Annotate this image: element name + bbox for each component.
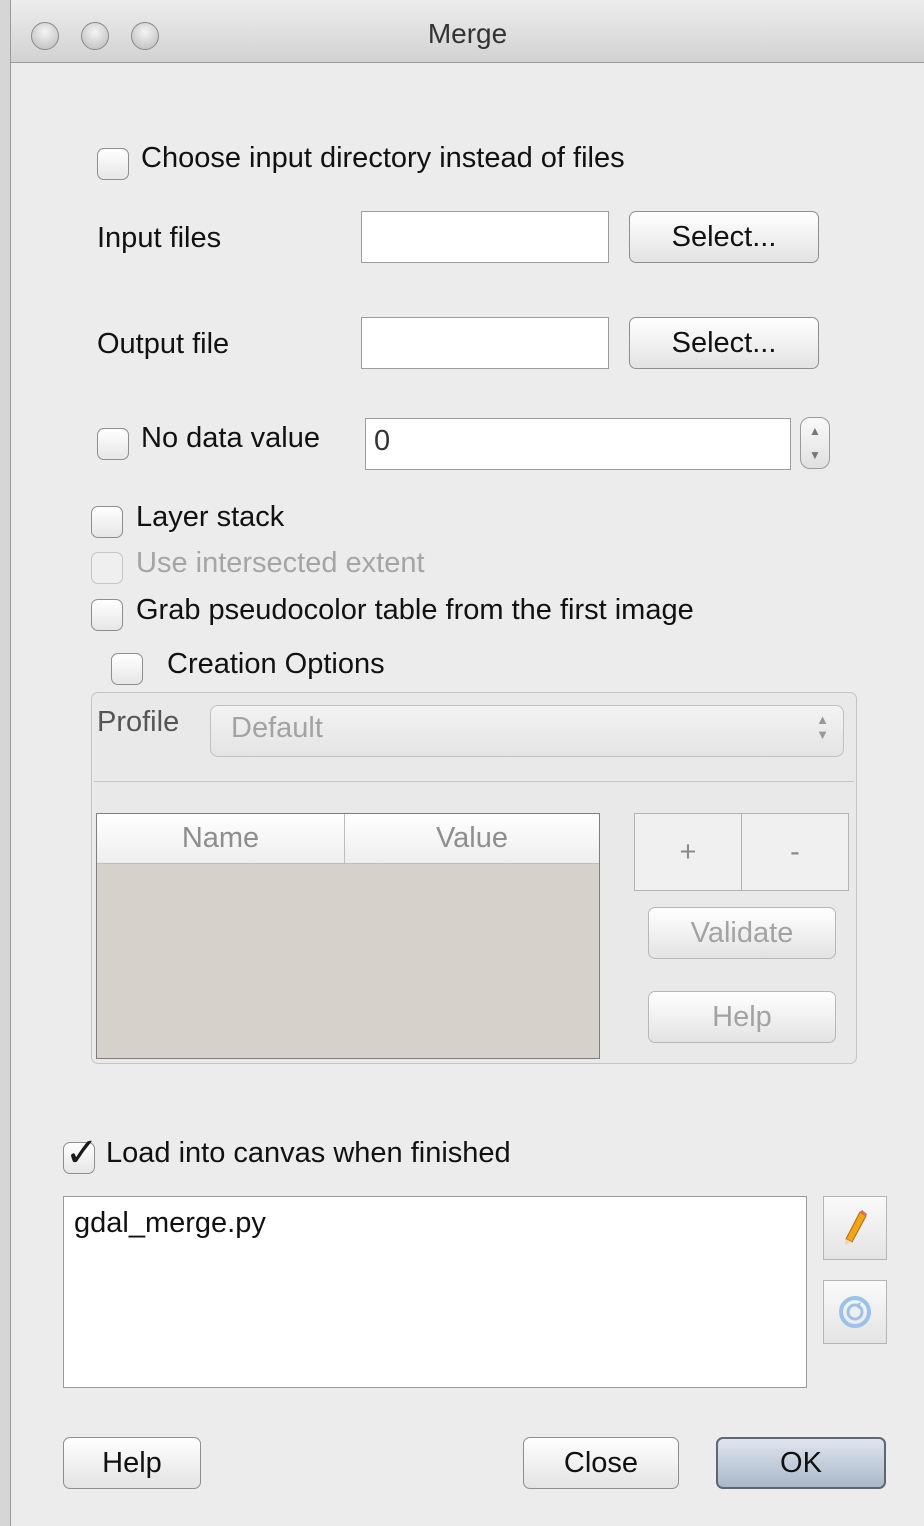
output-file-field[interactable] xyxy=(361,317,609,369)
refresh-icon xyxy=(839,1296,871,1328)
no-data-value-field[interactable]: 0 xyxy=(365,418,791,470)
layer-stack-checkbox[interactable] xyxy=(91,506,123,538)
reset-command-button[interactable] xyxy=(823,1280,887,1344)
help-button[interactable]: Help xyxy=(63,1437,201,1489)
creation-options-group: Profile Default ▲ ▼ Name Value + - Valida… xyxy=(91,692,857,1064)
output-file-label: Output file xyxy=(97,328,230,360)
close-button[interactable]: Close xyxy=(523,1437,679,1489)
layer-stack-label: Layer stack xyxy=(136,501,285,533)
column-header-name[interactable]: Name xyxy=(97,814,345,864)
spin-down-icon[interactable]: ▼ xyxy=(801,448,829,462)
command-text-area[interactable]: gdal_merge.py xyxy=(63,1196,807,1388)
title-bar: Merge xyxy=(11,0,924,63)
pencil-icon xyxy=(845,1210,867,1245)
creation-options-label: Creation Options xyxy=(167,648,385,680)
input-files-field[interactable] xyxy=(361,211,609,263)
intersected-extent-checkbox xyxy=(91,552,123,584)
pseudocolor-label: Grab pseudocolor table from the first im… xyxy=(136,594,694,626)
add-option-button: + xyxy=(634,813,742,891)
checkmark-icon: ✓ xyxy=(65,1131,99,1175)
merge-dialog: Merge Choose input directory instead of … xyxy=(10,0,924,1526)
column-header-value[interactable]: Value xyxy=(345,814,599,864)
no-data-spinner[interactable]: ▲ ▼ xyxy=(800,417,830,469)
group-divider xyxy=(94,781,854,782)
output-file-select-button[interactable]: Select... xyxy=(629,317,819,369)
input-files-label: Input files xyxy=(97,222,222,254)
load-canvas-label: Load into canvas when finished xyxy=(106,1137,511,1169)
spin-up-icon[interactable]: ▲ xyxy=(801,424,829,438)
options-table[interactable]: Name Value xyxy=(96,813,600,1059)
choose-directory-label: Choose input directory instead of files xyxy=(141,142,625,174)
intersected-extent-label: Use intersected extent xyxy=(136,547,425,579)
profile-combo: Default ▲ ▼ xyxy=(210,705,844,757)
edit-command-button[interactable] xyxy=(823,1196,887,1260)
creation-help-button: Help xyxy=(648,991,836,1043)
profile-value: Default xyxy=(231,712,323,744)
no-data-label: No data value xyxy=(141,422,320,454)
pseudocolor-checkbox[interactable] xyxy=(91,599,123,631)
combo-arrows-icon: ▲ ▼ xyxy=(816,712,829,742)
validate-button: Validate xyxy=(648,907,836,959)
input-files-select-button[interactable]: Select... xyxy=(629,211,819,263)
creation-options-checkbox[interactable] xyxy=(111,653,143,685)
no-data-checkbox[interactable] xyxy=(97,428,129,460)
profile-label: Profile xyxy=(97,706,180,738)
window-title: Merge xyxy=(427,18,508,49)
choose-directory-checkbox[interactable] xyxy=(97,148,129,180)
remove-option-button: - xyxy=(741,813,849,891)
load-canvas-checkbox[interactable]: ✓ xyxy=(63,1133,99,1174)
ok-button[interactable]: OK xyxy=(716,1437,886,1489)
